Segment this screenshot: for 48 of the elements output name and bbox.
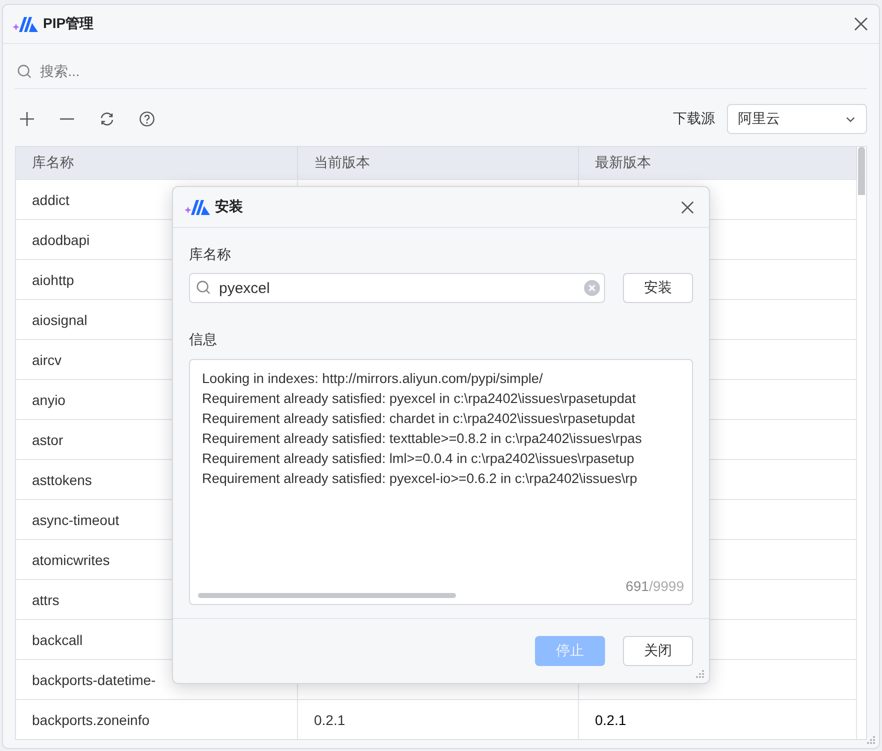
logo-icon — [13, 15, 39, 33]
column-header[interactable]: 库名称 — [16, 147, 298, 179]
close-icon[interactable] — [680, 200, 695, 214]
close-icon[interactable] — [853, 16, 869, 32]
table-cell: astor — [32, 432, 64, 448]
table-cell: 0.2.1 — [595, 712, 626, 728]
table-cell: aiosignal — [32, 312, 88, 328]
scrollbar[interactable] — [198, 593, 456, 598]
search-field[interactable]: 搜索... — [40, 63, 240, 79]
table-cell: atomicwrites — [32, 552, 110, 568]
table-cell: adodbapi — [32, 232, 90, 248]
log-line: Requirement already satisfied: pyexcel-io>=0.6.2 in c:\rpa2402\issues\rp — [202, 470, 638, 488]
logo-icon — [185, 198, 211, 216]
refresh-icon[interactable] — [99, 111, 115, 127]
log-line: Requirement already satisfied: texttable>=0.8.2 in c:\rpa2402\issues\rpas — [202, 430, 642, 448]
column-header[interactable]: 最新版本 — [579, 147, 857, 179]
window-title: PIP管理 — [43, 15, 94, 33]
character-count: 691/9999 — [626, 578, 684, 594]
table-cell: anyio — [32, 392, 66, 408]
table-cell: asttokens — [32, 472, 92, 488]
table-cell: backports-datetime- — [32, 672, 156, 688]
table-cell: aiohttp — [32, 272, 74, 288]
search-icon — [17, 64, 32, 78]
source-dropdown[interactable]: 阿里云 — [727, 104, 867, 134]
close-button[interactable]: 关闭 — [623, 636, 693, 666]
install-button[interactable]: 安装 — [623, 273, 693, 303]
table-cell: aircv — [32, 352, 62, 368]
field-label: 库名称 — [189, 246, 231, 264]
add-icon[interactable] — [19, 111, 35, 127]
package-name-field[interactable]: pyexcel — [189, 273, 605, 303]
log-line: Requirement already satisfied: pyexcel in c:\rpa2402\issues\rpasetupdat — [202, 390, 636, 408]
log-line: Requirement already satisfied: chardet in c:\rpa2402\issues\rpasetupdat — [202, 410, 635, 428]
resize-grip-icon[interactable] — [867, 736, 875, 744]
dialog-title: 安装 — [215, 198, 243, 216]
table-cell: attrs — [32, 592, 60, 608]
table-cell: backports.zoneinfo — [32, 712, 150, 728]
column-header[interactable]: 当前版本 — [298, 147, 579, 179]
table-cell: addict — [32, 192, 70, 208]
resize-grip-icon[interactable] — [696, 670, 704, 678]
log-line: Requirement already satisfied: lml>=0.0.4 in c:\rpa2402\issues\rpasetup — [202, 450, 634, 468]
info-label: 信息 — [189, 331, 217, 349]
source-label: 下载源 — [673, 110, 715, 128]
table-cell: backcall — [32, 632, 83, 648]
table-cell: async-timeout — [32, 512, 120, 528]
help-icon[interactable] — [139, 111, 155, 127]
log-line: Looking in indexes: http://mirrors.aliyun.com/pypi/simple/ — [202, 370, 543, 388]
search-icon — [196, 280, 211, 295]
table-cell: 0.2.1 — [314, 712, 346, 728]
